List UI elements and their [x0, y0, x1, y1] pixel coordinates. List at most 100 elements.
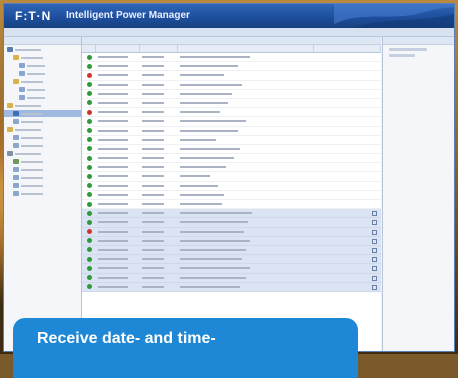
- tree-item[interactable]: [4, 70, 81, 77]
- table-row[interactable]: [82, 273, 381, 283]
- ack-cell: [314, 71, 381, 79]
- ack-cell: [314, 264, 381, 272]
- tree-item[interactable]: [4, 158, 81, 165]
- table-row[interactable]: [82, 209, 381, 219]
- column-time-header[interactable]: [140, 45, 178, 52]
- tree-item[interactable]: [4, 78, 81, 85]
- table-row[interactable]: [82, 236, 381, 246]
- tree-item-label: [21, 120, 43, 123]
- table-row[interactable]: [82, 227, 381, 237]
- table-row[interactable]: [82, 108, 381, 118]
- ack-cell: [314, 108, 381, 116]
- column-message-header[interactable]: [178, 45, 314, 52]
- details-link[interactable]: [389, 48, 427, 51]
- tree-item[interactable]: [4, 46, 81, 53]
- table-row[interactable]: [82, 81, 381, 90]
- column-status-header[interactable]: [82, 45, 96, 52]
- date-cell: [96, 81, 140, 89]
- acknowledge-checkbox[interactable]: [372, 238, 377, 244]
- table-row[interactable]: [82, 71, 381, 81]
- table-row[interactable]: [82, 117, 381, 127]
- event-list: [82, 37, 381, 351]
- message-cell: [178, 62, 314, 70]
- acknowledge-checkbox[interactable]: [372, 266, 377, 272]
- tree-item[interactable]: [4, 102, 81, 109]
- table-row[interactable]: [82, 172, 381, 182]
- tree-item[interactable]: [4, 166, 81, 173]
- message-cell-text: [180, 221, 248, 224]
- tree-item-label: [15, 128, 41, 131]
- time-cell: [140, 90, 178, 98]
- acknowledge-checkbox[interactable]: [372, 220, 377, 226]
- server-icon: [7, 47, 13, 52]
- ack-cell: [314, 99, 381, 107]
- tree-item[interactable]: [4, 86, 81, 93]
- device-icon: [19, 71, 25, 76]
- tree-item[interactable]: [4, 62, 81, 69]
- table-row[interactable]: [82, 255, 381, 265]
- date-cell-text: [98, 129, 128, 132]
- tree-item[interactable]: [4, 54, 81, 61]
- table-row[interactable]: [82, 182, 381, 191]
- ok-status-icon: [87, 256, 92, 262]
- acknowledge-checkbox[interactable]: [372, 247, 377, 253]
- time-cell-text: [142, 101, 164, 104]
- details-link[interactable]: [389, 54, 415, 57]
- list-toolbar: [82, 37, 381, 45]
- time-cell-text: [142, 230, 164, 233]
- acknowledge-checkbox[interactable]: [372, 211, 377, 217]
- table-row[interactable]: [82, 99, 381, 109]
- tree-item[interactable]: [4, 118, 81, 125]
- time-cell-text: [142, 147, 164, 150]
- app-window: F:T·N Intelligent Power Manager: [3, 3, 455, 352]
- time-cell-text: [142, 175, 164, 178]
- date-cell-text: [98, 83, 128, 86]
- tree-item[interactable]: [4, 142, 81, 149]
- column-ack-header[interactable]: [314, 45, 381, 52]
- date-cell-text: [98, 193, 128, 196]
- table-row[interactable]: [82, 245, 381, 256]
- table-row[interactable]: [82, 200, 381, 210]
- column-date-header[interactable]: [96, 45, 140, 52]
- tree-item[interactable]: [4, 94, 81, 101]
- message-cell-text: [180, 166, 226, 169]
- time-cell-text: [142, 56, 164, 59]
- status-cell: [82, 200, 96, 208]
- table-row[interactable]: [82, 136, 381, 145]
- tree-item[interactable]: [4, 182, 81, 189]
- tree-item[interactable]: [4, 150, 81, 157]
- table-row[interactable]: [82, 127, 381, 136]
- tree-item[interactable]: [4, 174, 81, 181]
- table-row[interactable]: [82, 264, 381, 274]
- ack-cell: [314, 228, 381, 236]
- table-row[interactable]: [82, 218, 381, 228]
- date-cell-text: [98, 267, 128, 270]
- table-row[interactable]: [82, 145, 381, 155]
- tree-item[interactable]: [4, 110, 81, 117]
- tree-item[interactable]: [4, 126, 81, 133]
- table-row[interactable]: [82, 62, 381, 72]
- status-cell: [82, 145, 96, 153]
- acknowledge-checkbox[interactable]: [372, 284, 377, 290]
- table-row[interactable]: [82, 163, 381, 173]
- folder-icon: [7, 127, 13, 132]
- table-row[interactable]: [82, 282, 381, 292]
- tree-item[interactable]: [4, 134, 81, 141]
- acknowledge-checkbox[interactable]: [372, 257, 377, 263]
- table-row[interactable]: [82, 53, 381, 63]
- tree-item[interactable]: [4, 190, 81, 197]
- time-cell-text: [142, 221, 164, 224]
- ok-status-icon: [87, 118, 92, 124]
- time-cell: [140, 218, 178, 226]
- table-row[interactable]: [82, 90, 381, 99]
- status-cell: [82, 209, 96, 217]
- acknowledge-checkbox[interactable]: [372, 229, 377, 235]
- ack-cell: [314, 127, 381, 135]
- message-cell-text: [180, 193, 224, 196]
- table-row[interactable]: [82, 154, 381, 164]
- table-row[interactable]: [82, 191, 381, 200]
- acknowledge-checkbox[interactable]: [372, 275, 377, 281]
- time-cell-text: [142, 239, 164, 242]
- date-cell: [96, 255, 140, 263]
- ack-cell: [314, 237, 381, 245]
